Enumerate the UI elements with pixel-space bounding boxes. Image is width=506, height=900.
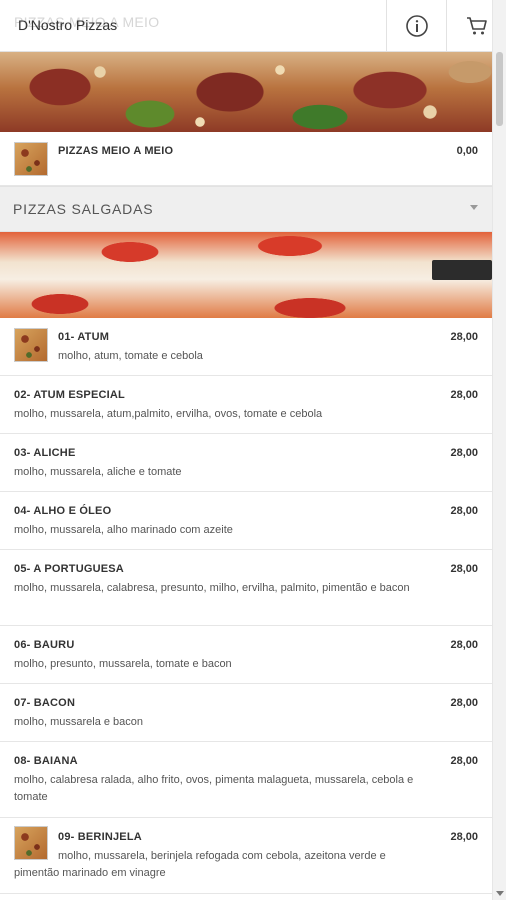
item-price: 28,00 (450, 389, 478, 401)
half-half-price: 0,00 (456, 145, 478, 157)
list-item[interactable]: 02- ATUM ESPECIAL molho, mussarela, atum… (0, 376, 492, 434)
info-icon (405, 15, 428, 37)
item-name: 02- ATUM ESPECIAL (14, 389, 125, 401)
half-half-row[interactable]: PIZZAS MEIO A MEIO 0,00 (0, 132, 492, 186)
pizza-salgada-banner-image (0, 232, 492, 318)
item-name: 04- ALHO E ÓLEO (14, 505, 112, 517)
item-description: molho, mussarela, atum,palmito, ervilha,… (14, 408, 323, 420)
list-item[interactable]: 08- BAIANA molho, calabresa ralada, alho… (0, 742, 492, 818)
cart-button[interactable] (446, 0, 506, 52)
cart-icon (466, 17, 487, 35)
item-price: 28,00 (450, 755, 478, 767)
scrollbar[interactable] (492, 0, 506, 900)
item-name: 06- BAURU (14, 639, 75, 651)
item-description: molho, calabresa ralada, alho frito, ovo… (14, 774, 414, 803)
pizza-banner-image (0, 52, 492, 132)
list-item[interactable]: 07- BACON molho, mussarela e bacon 28,00 (0, 684, 492, 742)
item-price: 28,00 (450, 697, 478, 709)
item-name: 05- A PORTUGUESA (14, 563, 124, 575)
section-header-salgadas[interactable]: PIZZAS SALGADAS (0, 186, 492, 232)
menu-content: PIZZAS MEIO A MEIO 0,00 PIZZAS SALGADAS … (0, 52, 492, 894)
item-price: 28,00 (450, 331, 478, 343)
item-price: 28,00 (450, 639, 478, 651)
list-item[interactable]: 01- ATUM molho, atum, tomate e cebola 28… (0, 318, 492, 376)
item-name: 09- BERINJELA (58, 831, 142, 843)
section-title: PIZZAS SALGADAS (13, 201, 154, 217)
list-item[interactable]: 09- BERINJELA molho, mussarela, berinjel… (0, 818, 492, 894)
info-button[interactable] (386, 0, 446, 52)
app-title: D'Nostro Pizzas (18, 17, 118, 33)
list-item[interactable]: 05- A PORTUGUESA molho, mussarela, calab… (0, 550, 492, 626)
app-header: PIZZAS MEIO A MEIO D'Nostro Pizzas (0, 0, 492, 52)
list-item[interactable]: 04- ALHO E ÓLEO molho, mussarela, alho m… (0, 492, 492, 550)
chevron-down-icon (470, 205, 478, 210)
item-description: molho, mussarela, calabresa, presunto, m… (14, 582, 410, 594)
list-item[interactable]: 06- BAURU molho, presunto, mussarela, to… (0, 626, 492, 684)
item-description: molho, mussarela, aliche e tomate (14, 466, 182, 478)
item-description: molho, mussarela, alho marinado com azei… (14, 524, 233, 536)
half-half-thumbnail (14, 142, 48, 176)
item-name: 08- BAIANA (14, 755, 78, 767)
item-price: 28,00 (450, 447, 478, 459)
list-item[interactable]: 03- ALICHE molho, mussarela, aliche e to… (0, 434, 492, 492)
item-description: molho, atum, tomate e cebola (58, 350, 203, 362)
item-name: 07- BACON (14, 697, 76, 709)
item-thumbnail (14, 328, 48, 362)
item-price: 28,00 (450, 831, 478, 843)
item-price: 28,00 (450, 505, 478, 517)
item-description: molho, mussarela e bacon (14, 716, 144, 728)
item-price: 28,00 (450, 563, 478, 575)
scrollbar-thumb[interactable] (496, 52, 503, 126)
item-name: 03- ALICHE (14, 447, 76, 459)
half-half-name: PIZZAS MEIO A MEIO (58, 145, 174, 157)
pizza-list: 01- ATUM molho, atum, tomate e cebola 28… (0, 318, 492, 894)
item-description: molho, mussarela, berinjela refogada com… (14, 850, 386, 879)
item-name: 01- ATUM (58, 331, 110, 343)
scroll-down-arrow-icon[interactable] (496, 891, 504, 896)
item-description: molho, presunto, mussarela, tomate e bac… (14, 658, 232, 670)
